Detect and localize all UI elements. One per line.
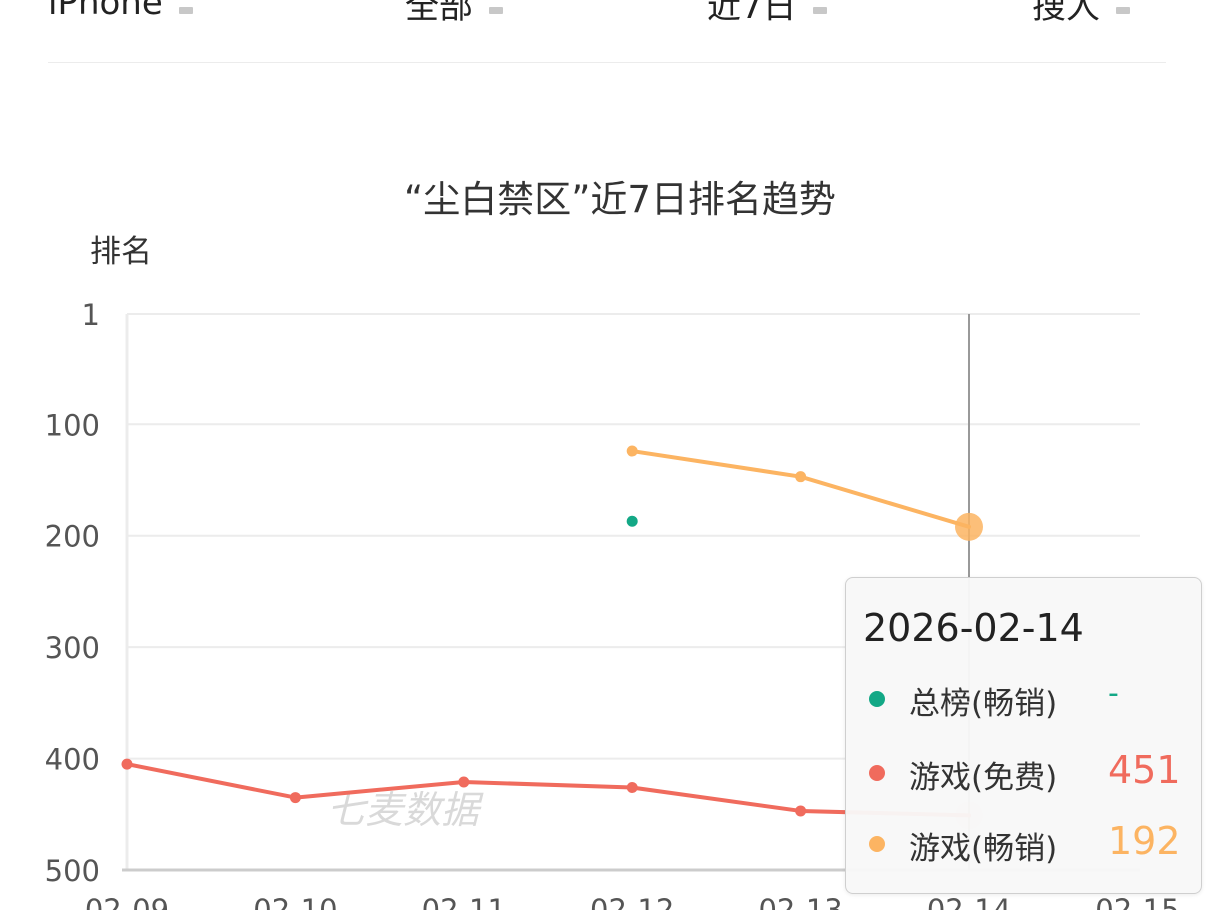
watermark: 七麦数据 (327, 788, 484, 832)
y-tick-label: 400 (45, 743, 100, 777)
tooltip-row: 游戏(免费) 451 (866, 748, 1186, 796)
data-point (626, 782, 638, 794)
chart-tooltip: 2026-02-14 总榜(畅销) - 游戏(免费) 451 游戏(畅销) 19… (845, 577, 1202, 894)
y-tick-label: 500 (45, 854, 100, 888)
x-tick-label: 02-11 (422, 893, 506, 910)
series-line (125, 762, 971, 818)
data-point (626, 515, 638, 527)
x-tick-label: 02-14 (927, 893, 1011, 910)
x-tick-label: 02-15 (1095, 893, 1179, 910)
x-tick-label: 02-10 (253, 893, 337, 910)
data-point (458, 776, 470, 788)
data-point (121, 758, 133, 770)
tooltip-series-value: 451 (1108, 748, 1181, 792)
legend-dot-icon (869, 836, 885, 852)
data-point (626, 445, 638, 457)
tooltip-row: 游戏(畅销) 192 (866, 819, 1186, 867)
y-tick-label: 300 (45, 631, 100, 665)
tooltip-series-name: 游戏(免费) (909, 760, 1058, 796)
data-point (795, 805, 807, 817)
tooltip-series-value: - (1108, 676, 1119, 711)
y-tick-label: 200 (45, 520, 100, 554)
data-point (795, 471, 807, 483)
x-tick-label: 02-13 (758, 893, 842, 910)
legend-dot-icon (869, 691, 885, 707)
tooltip-series-value: 192 (1108, 819, 1181, 863)
x-tick-label: 02-09 (85, 893, 169, 910)
chart-title: “尘白禁区”近7日排名趋势 (404, 178, 836, 221)
y-axis-label: 排名 (90, 234, 152, 270)
tooltip-row: 总榜(畅销) - (866, 676, 1186, 722)
x-tick-label: 02-12 (590, 893, 674, 910)
data-point (955, 512, 983, 541)
y-tick-label: 100 (45, 408, 100, 442)
tooltip-series-name: 总榜(畅销) (909, 686, 1058, 722)
tooltip-series-name: 游戏(畅销) (909, 831, 1058, 867)
series-line (630, 449, 971, 529)
tooltip-date: 2026-02-14 (863, 606, 1084, 650)
data-point (289, 792, 301, 804)
legend-dot-icon (869, 765, 885, 781)
y-tick-label: 1 (82, 298, 100, 332)
